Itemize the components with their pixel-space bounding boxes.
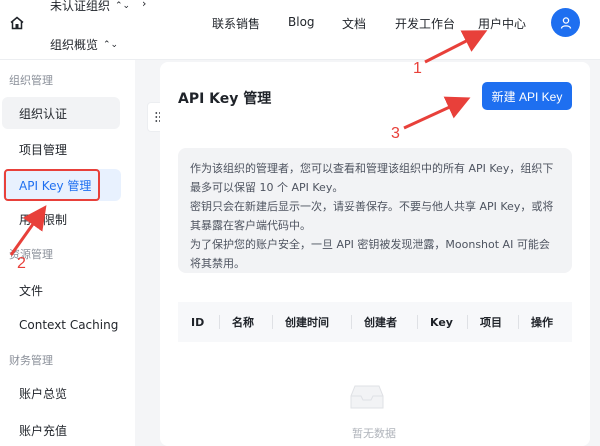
info-notice: 作为该组织的管理者，您可以查看和管理该组织中的所有 API Key，组织下最多可…	[178, 148, 572, 273]
sidebar: 组织管理 组织认证 项目管理 API Key 管理 用户限制 资源管理 文件 C…	[0, 60, 135, 446]
column-creator: 创建者	[351, 302, 417, 342]
annotation-number-3: 3	[391, 125, 400, 142]
sidebar-group-org: 组织管理	[9, 74, 53, 87]
sidebar-item-user-limits[interactable]: 用户限制	[0, 203, 120, 235]
empty-state-text: 暂无数据	[352, 427, 396, 440]
sidebar-item-projects[interactable]: 项目管理	[0, 133, 120, 165]
org-switcher[interactable]: 未认证组织 ⌃⌄ ›	[50, 0, 146, 14]
column-name: 名称	[219, 302, 272, 342]
org-name: 未认证组织	[50, 0, 111, 13]
sidebar-group-finance: 财务管理	[9, 354, 53, 367]
annotation-number-1: 1	[413, 60, 422, 77]
info-line-2: 密钥只会在新建后显示一次，请妥善保存。不要与他人共享 API Key，或将其暴露…	[190, 200, 554, 232]
sidebar-item-label: Context Caching	[19, 318, 119, 332]
user-icon	[560, 16, 571, 29]
column-key: Key	[417, 302, 467, 342]
nav-dev-console[interactable]: 开发工作台	[395, 15, 455, 32]
new-api-key-button[interactable]: 新建 API Key	[482, 82, 572, 110]
column-id: ID	[191, 315, 205, 329]
chevron-updown-icon: ⌃⌄	[115, 0, 131, 11]
sidebar-item-files[interactable]: 文件	[0, 274, 120, 306]
table-header: ID 名称 创建时间 创建者 Key 项目 操作	[178, 302, 572, 342]
org-overview-label: 组织概览	[50, 38, 99, 52]
sidebar-item-org-verify[interactable]: 组织认证	[2, 97, 120, 129]
sidebar-item-label: 账户总览	[19, 386, 68, 401]
empty-inbox-icon	[349, 382, 385, 414]
top-header: 未认证组织 ⌃⌄ › 组织概览 ⌃⌄ 联系销售 Blog 文档 开发工作台 用户…	[0, 0, 600, 60]
sidebar-item-label: 账户充值	[19, 423, 68, 438]
org-overview-switcher[interactable]: 组织概览 ⌃⌄	[50, 36, 118, 53]
home-icon[interactable]	[8, 14, 26, 32]
info-line-1: 作为该组织的管理者，您可以查看和管理该组织中的所有 API Key，组织下最多可…	[190, 162, 554, 194]
info-line-3: 为了保护您的账户安全，一旦 API 密钥被发现泄露，Moonshot AI 可能…	[190, 238, 550, 270]
page-title: API Key 管理	[178, 91, 272, 107]
nav-user-center[interactable]: 用户中心	[478, 15, 526, 32]
column-actions: 操作	[518, 302, 572, 342]
sidebar-item-label: 组织认证	[19, 106, 68, 121]
sidebar-item-context-caching[interactable]: Context Caching	[0, 309, 120, 341]
nav-blog[interactable]: Blog	[288, 15, 315, 29]
annotation-number-2: 2	[17, 255, 26, 272]
chevron-updown-icon: ⌃⌄	[103, 39, 119, 50]
nav-docs[interactable]: 文档	[342, 15, 366, 32]
sidebar-item-recharge[interactable]: 账户充值	[0, 414, 120, 446]
column-project: 项目	[467, 302, 518, 342]
column-created-time: 创建时间	[272, 302, 351, 342]
sidebar-item-label: 项目管理	[19, 142, 68, 157]
sidebar-item-account-overview[interactable]: 账户总览	[0, 377, 120, 409]
chevron-right-icon: ›	[142, 0, 147, 10]
sidebar-item-label: 用户限制	[19, 212, 68, 227]
highlight-box	[4, 169, 100, 201]
sidebar-item-label: 文件	[19, 283, 44, 298]
sidebar-group-resources: 资源管理	[9, 248, 53, 261]
avatar[interactable]	[551, 8, 580, 37]
nav-contact-sales[interactable]: 联系销售	[212, 15, 260, 32]
